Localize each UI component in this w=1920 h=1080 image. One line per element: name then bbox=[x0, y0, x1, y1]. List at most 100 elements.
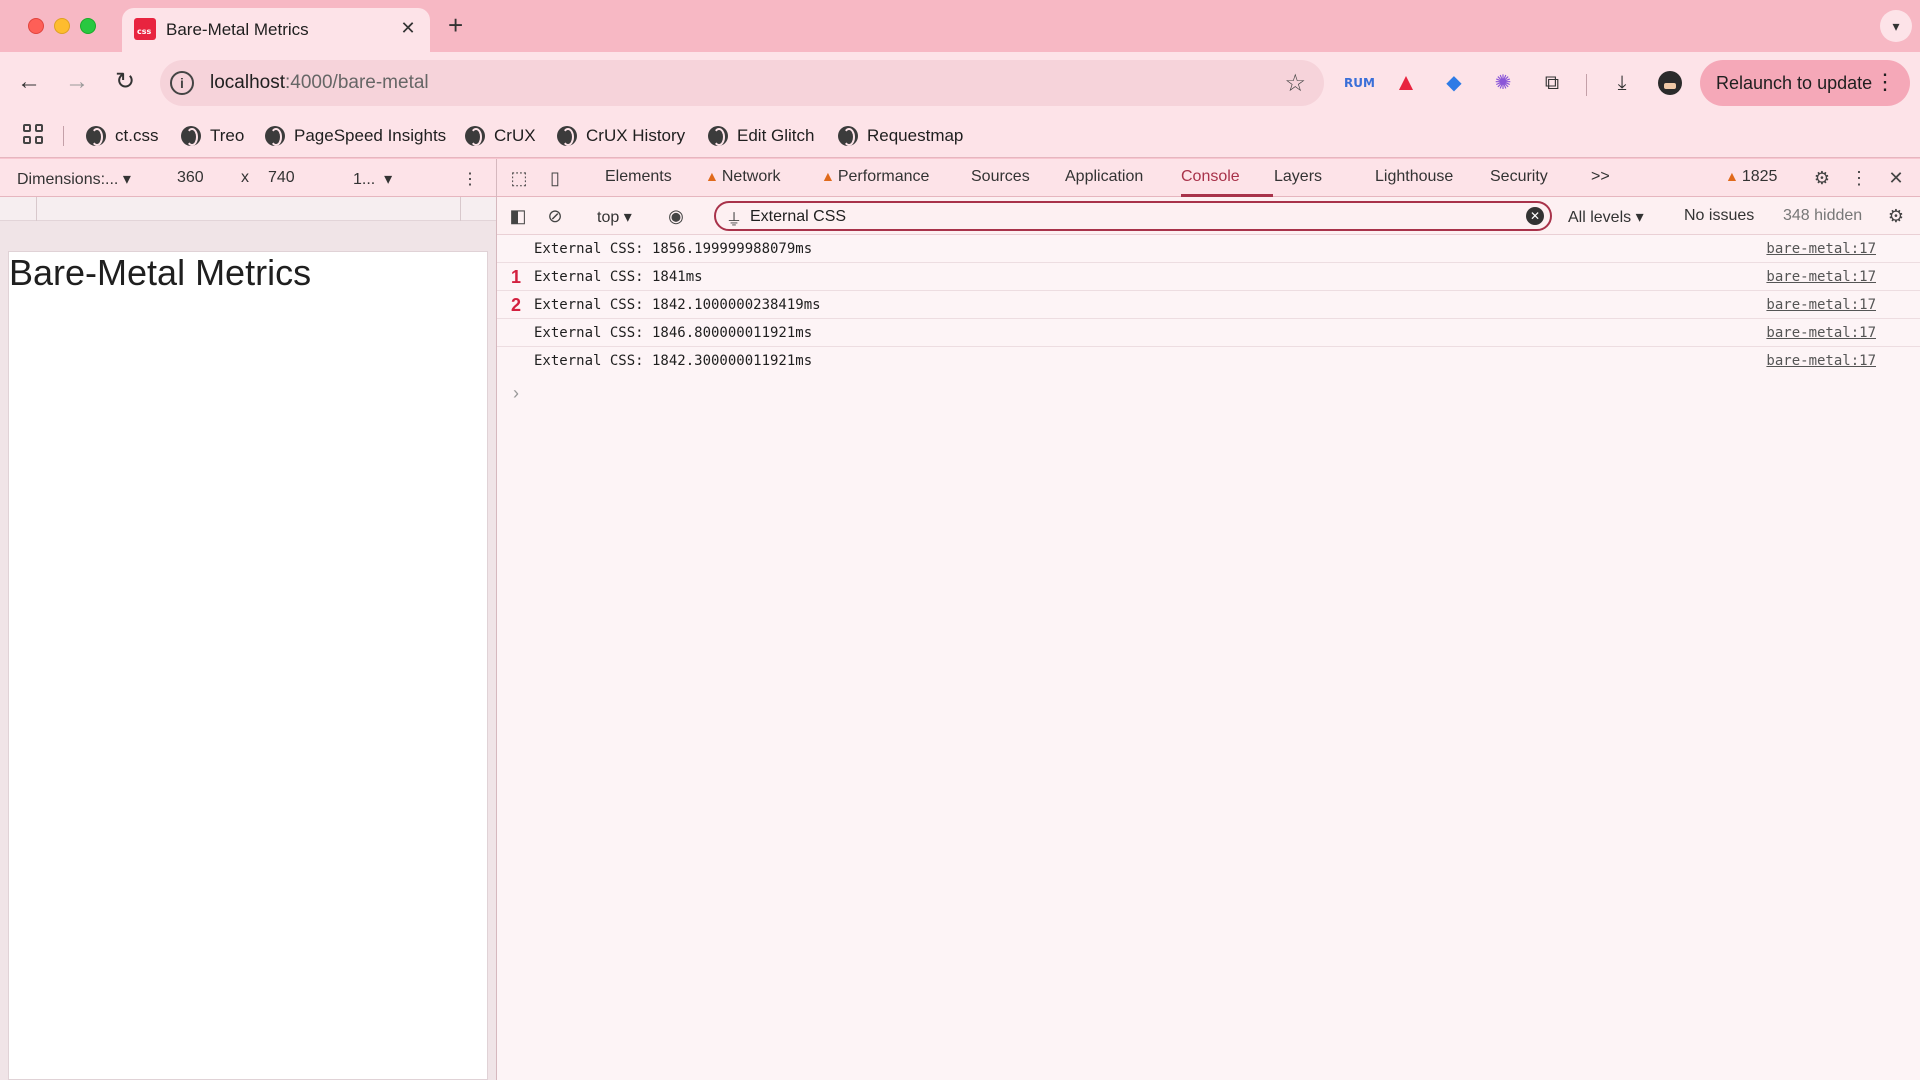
close-tab-icon[interactable]: ✕ bbox=[398, 18, 418, 38]
console-output: External CSS: 1856.199999988079ms bare-m… bbox=[497, 235, 1920, 1080]
dimensions-dropdown[interactable]: Dimensions:... ▾ bbox=[17, 169, 131, 189]
tab-elements[interactable]: Elements bbox=[605, 168, 672, 186]
bookmark-label: Edit Glitch bbox=[737, 126, 815, 145]
tab-network[interactable]: ▲ Network bbox=[705, 168, 781, 186]
warning-icon: ▲ bbox=[821, 168, 835, 184]
source-link[interactable]: bare-metal:17 bbox=[1766, 353, 1876, 369]
browser-toolbar: ← → ↻ i localhost:4000/bare-metal ☆ RUM … bbox=[0, 52, 1920, 114]
device-toggle-icon[interactable]: ▯ bbox=[544, 167, 566, 189]
tab-layers[interactable]: Layers bbox=[1274, 168, 1322, 186]
triangle-extension-icon[interactable]: ▲ bbox=[1392, 69, 1420, 97]
console-prompt-chevron-icon[interactable]: › bbox=[513, 383, 519, 404]
apps-grid-icon[interactable] bbox=[23, 124, 45, 146]
url-path: :4000/bare-metal bbox=[285, 72, 429, 93]
device-toolbar: Dimensions:... ▾ 360 x 740 1... ▾ ⋮ bbox=[0, 159, 496, 197]
relaunch-label: Relaunch to update bbox=[1716, 73, 1873, 93]
tab-search-chevron-down-icon[interactable]: ▾ bbox=[1880, 10, 1912, 42]
back-arrow-icon[interactable]: ← bbox=[14, 67, 44, 97]
reload-icon[interactable]: ↻ bbox=[110, 67, 140, 97]
close-window-button[interactable] bbox=[28, 18, 44, 34]
context-label: top bbox=[597, 209, 620, 226]
browser-tab-active[interactable]: Bare-Metal Metrics ✕ bbox=[122, 8, 430, 52]
bookmark-treo[interactable]: Treo bbox=[181, 122, 244, 150]
message-text: External CSS: 1841ms bbox=[534, 269, 703, 285]
console-message: External CSS: 1856.199999988079ms bare-m… bbox=[497, 235, 1920, 263]
live-expression-eye-icon[interactable]: ◉ bbox=[665, 205, 687, 227]
gear-extension-icon[interactable]: ✺ bbox=[1489, 69, 1517, 97]
source-link[interactable]: bare-metal:17 bbox=[1766, 325, 1876, 341]
warning-icon: ▲ bbox=[705, 168, 719, 184]
tab-title: Bare-Metal Metrics bbox=[166, 20, 309, 39]
hidden-count: 348 hidden bbox=[1783, 207, 1863, 224]
bookmark-requestmap[interactable]: Requestmap bbox=[838, 122, 963, 150]
extensions-puzzle-icon[interactable]: ⧉ bbox=[1538, 69, 1566, 97]
sidebar-toggle-icon[interactable]: ◧ bbox=[507, 205, 529, 227]
more-tabs-icon[interactable]: >> bbox=[1591, 168, 1610, 186]
minimize-window-button[interactable] bbox=[54, 18, 70, 34]
globe-icon bbox=[86, 126, 106, 146]
issues-indicator[interactable]: No issues bbox=[1684, 207, 1754, 225]
toolbar-divider bbox=[1586, 74, 1587, 96]
profile-avatar[interactable] bbox=[1658, 71, 1682, 95]
message-text: External CSS: 1856.199999988079ms bbox=[534, 241, 813, 257]
tab-console[interactable]: Console bbox=[1181, 168, 1240, 186]
console-filter[interactable]: ⏚ ✕ bbox=[714, 201, 1552, 231]
bookmark-ct-css[interactable]: ct.css bbox=[86, 122, 158, 150]
rum-extension-icon[interactable]: RUM bbox=[1344, 69, 1375, 97]
warning-count: 1825 bbox=[1741, 168, 1778, 185]
kebab-menu-icon[interactable]: ⋮ bbox=[1874, 70, 1896, 94]
clear-console-icon[interactable]: ⊘ bbox=[544, 205, 566, 227]
bookmark-pagespeed-insights[interactable]: PageSpeed Insights bbox=[265, 122, 446, 150]
globe-icon bbox=[181, 126, 201, 146]
log-levels-label: All levels bbox=[1568, 209, 1632, 226]
maximize-window-button[interactable] bbox=[80, 18, 96, 34]
warning-icon: ▲ bbox=[1725, 168, 1739, 184]
source-link[interactable]: bare-metal:17 bbox=[1766, 297, 1876, 313]
settings-gear-icon[interactable]: ⚙ bbox=[1811, 167, 1833, 189]
bookmark-edit-glitch[interactable]: Edit Glitch bbox=[708, 122, 814, 150]
globe-icon bbox=[465, 126, 485, 146]
devtools-menu-icon[interactable]: ⋮ bbox=[1848, 167, 1870, 189]
console-settings-gear-icon[interactable]: ⚙ bbox=[1885, 205, 1907, 227]
viewport-width-input[interactable]: 360 bbox=[177, 169, 204, 187]
tab-application[interactable]: Application bbox=[1065, 168, 1143, 186]
site-info-icon[interactable]: i bbox=[170, 71, 194, 95]
tab-security[interactable]: Security bbox=[1490, 168, 1548, 186]
tag-extension-icon[interactable]: ◆ bbox=[1440, 69, 1468, 97]
source-link[interactable]: bare-metal:17 bbox=[1766, 241, 1876, 257]
inspect-element-icon[interactable]: ⬚ bbox=[508, 167, 530, 189]
address-bar[interactable]: i localhost:4000/bare-metal ☆ bbox=[160, 60, 1324, 106]
tab-sources[interactable]: Sources bbox=[971, 168, 1030, 186]
zoom-dropdown[interactable]: 1... ▾ bbox=[353, 169, 392, 189]
bookmark-star-icon[interactable]: ☆ bbox=[1284, 69, 1306, 98]
page-heading: Bare-Metal Metrics bbox=[9, 252, 312, 293]
globe-icon bbox=[838, 126, 858, 146]
warnings-counter[interactable]: ▲ 1825 bbox=[1725, 168, 1777, 186]
source-link[interactable]: bare-metal:17 bbox=[1766, 269, 1876, 285]
devtools-tabbar: ⬚ ▯ Elements ▲ Network ▲ Performance Sourc… bbox=[497, 159, 1920, 197]
device-more-options-icon[interactable]: ⋮ bbox=[462, 169, 478, 189]
message-text: External CSS: 1846.800000011921ms bbox=[534, 325, 813, 341]
relaunch-to-update-button[interactable]: Relaunch to update ⋮ bbox=[1700, 60, 1910, 106]
tab-performance-label: Performance bbox=[837, 168, 930, 185]
tab-performance[interactable]: ▲ Performance bbox=[821, 168, 929, 186]
viewport-height-input[interactable]: 740 bbox=[268, 169, 295, 187]
window-titlebar: Bare-Metal Metrics ✕ + ▾ bbox=[0, 0, 1920, 52]
tab-lighthouse[interactable]: Lighthouse bbox=[1375, 168, 1453, 186]
bookmark-label: Requestmap bbox=[867, 126, 964, 145]
close-devtools-icon[interactable]: ✕ bbox=[1885, 167, 1907, 189]
console-message: External CSS: 1846.800000011921ms bare-m… bbox=[497, 319, 1920, 347]
context-selector[interactable]: top ▾ bbox=[597, 207, 632, 227]
globe-icon bbox=[708, 126, 728, 146]
bookmarks-divider bbox=[63, 126, 64, 146]
new-tab-plus-icon[interactable]: + bbox=[448, 12, 463, 38]
bookmark-crux[interactable]: CrUX bbox=[465, 122, 536, 150]
media-query-ruler[interactable] bbox=[0, 197, 496, 221]
clear-filter-icon[interactable]: ✕ bbox=[1526, 207, 1544, 225]
log-levels-dropdown[interactable]: All levels ▾ bbox=[1568, 207, 1644, 227]
download-icon[interactable]: ⤓ bbox=[1608, 69, 1636, 97]
bookmark-crux-history[interactable]: CrUX History bbox=[557, 122, 685, 150]
message-text: External CSS: 1842.300000011921ms bbox=[534, 353, 813, 369]
forward-arrow-icon[interactable]: → bbox=[62, 67, 92, 97]
filter-input[interactable] bbox=[750, 206, 1510, 228]
